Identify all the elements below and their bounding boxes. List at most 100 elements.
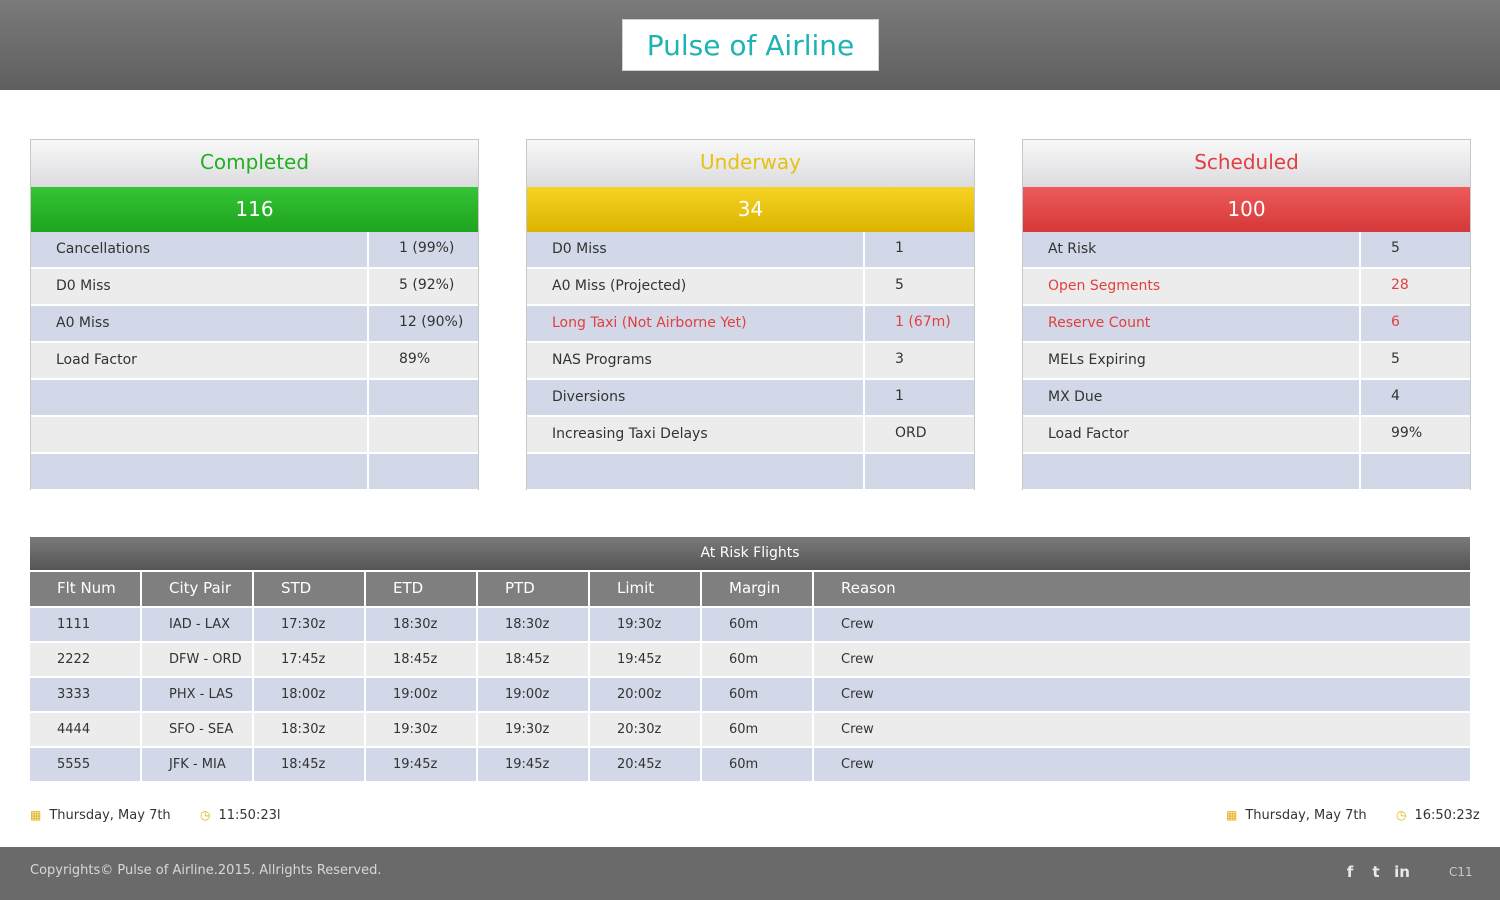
- linkedin-icon[interactable]: in: [1394, 863, 1410, 881]
- stat-value: [1361, 454, 1470, 489]
- footer: Copyrights© Pulse of Airline.2015. Allri…: [0, 847, 1500, 900]
- completed-panel: Completed 116 Cancellations 1 (99%) D0 Mi…: [30, 139, 479, 491]
- table-cell: 18:30z: [478, 608, 590, 641]
- table-cell: 1111: [30, 608, 142, 641]
- stat-label: [1023, 454, 1361, 489]
- table-row[interactable]: 1111 IAD - LAX 17:30z 18:30z 18:30z 19:30z 60m…: [30, 606, 1470, 641]
- column-header[interactable]: STD: [254, 572, 366, 606]
- copyright-text: Copyrights© Pulse of Airline.2015. Allri…: [30, 863, 382, 878]
- table-cell: 60m: [702, 643, 814, 676]
- column-header[interactable]: PTD: [478, 572, 590, 606]
- facebook-icon[interactable]: f: [1342, 863, 1358, 881]
- stat-row: MX Due 4: [1023, 380, 1470, 417]
- twitter-icon[interactable]: t: [1368, 863, 1384, 881]
- column-header[interactable]: Flt Num: [30, 572, 142, 606]
- stat-label: Reserve Count: [1023, 306, 1361, 341]
- stat-value: 12 (90%): [399, 314, 464, 330]
- table-row[interactable]: 4444 SFO - SEA 18:30z 19:30z 19:30z 20:30z 60m…: [30, 711, 1470, 746]
- table-cell: 18:45z: [254, 748, 366, 781]
- panel-title: Scheduled: [1023, 140, 1470, 187]
- table-cell: 17:45z: [254, 643, 366, 676]
- stat-value: 28: [1391, 277, 1409, 293]
- stat-row: Load Factor 89%: [31, 343, 478, 380]
- stat-value: 4: [1391, 388, 1400, 404]
- table-row[interactable]: 5555 JFK - MIA 18:45z 19:45z 19:45z 20:45z 60m…: [30, 746, 1470, 781]
- table-cell: 18:30z: [366, 608, 478, 641]
- stat-value: [369, 417, 478, 452]
- table-row[interactable]: 2222 DFW - ORD 17:45z 18:45z 18:45z 19:45z 60m…: [30, 641, 1470, 676]
- panel-count: 100: [1023, 187, 1470, 232]
- table-cell: 19:30z: [366, 713, 478, 746]
- stat-label: Long Taxi (Not Airborne Yet): [527, 306, 865, 341]
- stat-value: 1 (67m): [895, 314, 951, 330]
- table-cell: DFW - ORD: [142, 643, 254, 676]
- column-header[interactable]: Margin: [702, 572, 814, 606]
- stat-row: A0 Miss 12 (90%): [31, 306, 478, 343]
- stat-value: ORD: [895, 425, 927, 441]
- table-cell: 18:00z: [254, 678, 366, 711]
- table-cell: 19:00z: [478, 678, 590, 711]
- stat-value: 89%: [399, 351, 431, 367]
- table-header: Flt Num City Pair STD ETD PTD Limit Marg…: [30, 572, 1470, 606]
- stat-row: Load Factor 99%: [1023, 417, 1470, 454]
- stat-label: [31, 417, 369, 452]
- stat-row: [31, 417, 478, 454]
- table-cell: 20:00z: [590, 678, 702, 711]
- table-cell: 2222: [30, 643, 142, 676]
- stat-row: Cancellations 1 (99%): [31, 232, 478, 269]
- table-cell: 60m: [702, 608, 814, 641]
- stat-value: 6: [1391, 314, 1400, 330]
- stat-label: A0 Miss: [31, 306, 369, 341]
- stat-value: [369, 454, 478, 489]
- column-header[interactable]: Reason: [814, 572, 1470, 606]
- stat-value: 1: [895, 388, 904, 404]
- table-cell: 60m: [702, 713, 814, 746]
- clock-icon: ◷: [200, 808, 211, 822]
- stat-row: A0 Miss (Projected) 5: [527, 269, 974, 306]
- stat-value: 1 (99%): [399, 240, 455, 256]
- table-cell: 4444: [30, 713, 142, 746]
- column-header[interactable]: City Pair: [142, 572, 254, 606]
- table-cell: 20:45z: [590, 748, 702, 781]
- column-header[interactable]: Limit: [590, 572, 702, 606]
- stat-row: Reserve Count 6: [1023, 306, 1470, 343]
- stat-label: [31, 454, 369, 489]
- top-bar: Pulse of Airline: [0, 0, 1500, 90]
- zulu-date: ▦ Thursday, May 7th: [1226, 806, 1367, 825]
- table-cell: 60m: [702, 678, 814, 711]
- table-cell: 19:00z: [366, 678, 478, 711]
- social-links: f t in: [1342, 863, 1410, 881]
- column-header[interactable]: ETD: [366, 572, 478, 606]
- stat-row: NAS Programs 3: [527, 343, 974, 380]
- scheduled-panel: Scheduled 100 At Risk 5 Open Segments 28 R…: [1022, 139, 1471, 491]
- panel-count: 116: [31, 187, 478, 232]
- stat-label: Load Factor: [1023, 417, 1361, 452]
- stat-row: Diversions 1: [527, 380, 974, 417]
- at-risk-flights-table: At Risk Flights Flt Num City Pair STD ET…: [30, 537, 1470, 781]
- underway-panel: Underway 34 D0 Miss 1 A0 Miss (Projected)…: [526, 139, 975, 491]
- table-cell: Crew: [841, 687, 874, 702]
- local-date: ▦ Thursday, May 7th: [30, 806, 171, 825]
- zulu-date-text: Thursday, May 7th: [1245, 808, 1367, 823]
- table-row[interactable]: 3333 PHX - LAS 18:00z 19:00z 19:00z 20:00z 60m…: [30, 676, 1470, 711]
- table-cell: Crew: [841, 757, 874, 772]
- panel-title: Completed: [31, 140, 478, 187]
- calendar-icon: ▦: [30, 808, 42, 822]
- stat-label: Open Segments: [1023, 269, 1361, 304]
- stat-value: 3: [895, 351, 904, 367]
- stat-value: 5: [1391, 351, 1400, 367]
- stat-row: [31, 380, 478, 417]
- stat-row: MELs Expiring 5: [1023, 343, 1470, 380]
- stat-label: Load Factor: [31, 343, 369, 378]
- stat-label: MELs Expiring: [1023, 343, 1361, 378]
- stat-row: D0 Miss 5 (92%): [31, 269, 478, 306]
- table-title: At Risk Flights: [30, 537, 1470, 572]
- stat-row: Open Segments 28: [1023, 269, 1470, 306]
- table-cell: 17:30z: [254, 608, 366, 641]
- stat-value: [865, 454, 974, 489]
- table-cell: JFK - MIA: [142, 748, 254, 781]
- stat-value: 99%: [1391, 425, 1423, 441]
- stat-label: A0 Miss (Projected): [527, 269, 865, 304]
- panel-title: Underway: [527, 140, 974, 187]
- stat-label: NAS Programs: [527, 343, 865, 378]
